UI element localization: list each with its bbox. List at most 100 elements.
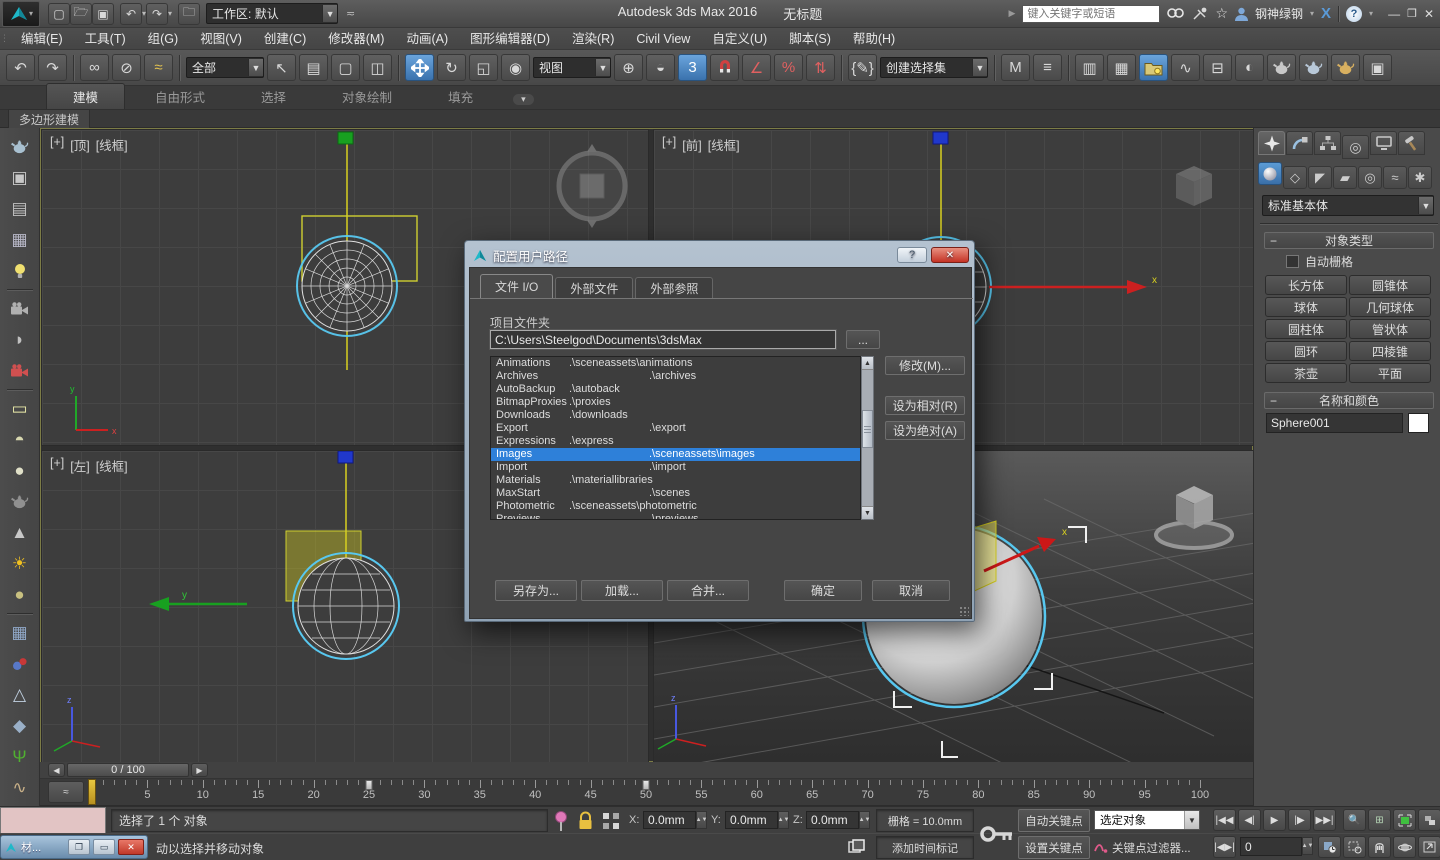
name-color-rollout[interactable]: − 名称和颜色 xyxy=(1264,392,1434,409)
keyframe-marker-25[interactable] xyxy=(366,780,373,790)
close-button[interactable]: ✕ xyxy=(1424,7,1434,21)
make-relative-button[interactable]: 设为相对(R) xyxy=(885,396,965,415)
rect-selection-region-icon[interactable]: ▢ xyxy=(331,54,360,81)
maxscript-mini-listener[interactable] xyxy=(0,807,106,834)
snaps-toggle-icon[interactable] xyxy=(710,54,739,81)
primitive-button-4[interactable]: 圆柱体 xyxy=(1265,319,1347,339)
menu-item-9[interactable]: Civil View xyxy=(625,28,701,50)
rock-icon[interactable]: ◆ xyxy=(4,711,36,740)
current-frame-marker[interactable] xyxy=(88,779,96,805)
primitive-category-combo[interactable]: 标准基本体 ▼ xyxy=(1262,195,1434,216)
select-and-scale-icon[interactable]: ◱ xyxy=(469,54,498,81)
dialog-tab-2[interactable]: 外部参照 xyxy=(635,277,713,298)
material-editor-teapot-icon[interactable] xyxy=(4,132,36,161)
menu-item-0[interactable]: 编辑(E) xyxy=(10,28,74,50)
ribbon-panel-tab[interactable]: 多边形建模 xyxy=(8,109,90,129)
maximize-window-button[interactable]: ▭ xyxy=(93,839,115,855)
redo-dropdown-arrow[interactable]: ▾ xyxy=(168,9,172,18)
toolbar-overflow-icon[interactable]: ≂ xyxy=(346,7,355,20)
ball-icon[interactable]: ● xyxy=(4,580,36,609)
combo-arrow[interactable]: ▼ xyxy=(1184,811,1199,829)
selection-region-cycle-icon[interactable] xyxy=(848,839,865,855)
selection-filter-combo[interactable]: 全部▼ xyxy=(186,57,264,78)
menu-item-4[interactable]: 创建(C) xyxy=(253,28,317,50)
select-and-manipulate-icon[interactable]: ◒ xyxy=(646,54,675,81)
light-lister-icon[interactable] xyxy=(4,256,36,285)
save-as-button[interactable]: 另存为... xyxy=(495,580,577,601)
sun-icon[interactable]: ☀ xyxy=(4,549,36,578)
maximize-button[interactable]: ❐ xyxy=(1407,7,1417,20)
merge-button[interactable]: 合并... xyxy=(667,580,749,601)
menu-item-7[interactable]: 图形编辑器(D) xyxy=(459,28,561,50)
unlink-selection-icon[interactable]: ⊘ xyxy=(112,54,141,81)
sphere-wireframe-top[interactable] xyxy=(297,236,397,336)
path-row-Previews[interactable]: Previews.\previews xyxy=(491,513,860,520)
hierarchy-tab[interactable] xyxy=(1314,131,1341,155)
isolate-selection-icon[interactable] xyxy=(553,810,569,832)
gizmo-z-handle[interactable] xyxy=(338,451,353,463)
path-row-Export[interactable]: Export.\export xyxy=(491,422,860,435)
menu-item-5[interactable]: 修改器(M) xyxy=(317,28,395,50)
x-coord-field[interactable]: 0.0mm xyxy=(643,811,696,829)
select-and-place-icon[interactable]: ◉ xyxy=(501,54,530,81)
mini-curve-editor-button[interactable]: ≈ xyxy=(48,781,84,803)
field-of-view-region-icon[interactable] xyxy=(1343,836,1366,858)
molecule-icon[interactable] xyxy=(4,649,36,678)
named-sets-combo[interactable]: 创建选择集▼ xyxy=(880,57,988,78)
scroll-up-arrow[interactable]: ▲ xyxy=(862,357,873,370)
display-tab[interactable] xyxy=(1370,131,1397,155)
environment-dialog-icon[interactable]: ▦ xyxy=(4,225,36,254)
helpers-subtab[interactable]: ◎ xyxy=(1358,166,1382,189)
dialog-tab-0[interactable]: 文件 I/O xyxy=(480,274,553,298)
geometry-subtab[interactable] xyxy=(1258,162,1282,185)
workspace-combo-arrow[interactable]: ▼ xyxy=(322,5,337,22)
search-icon[interactable] xyxy=(1167,7,1185,21)
redo-quick-icon[interactable]: ↷ xyxy=(146,3,168,25)
primitive-button-2[interactable]: 球体 xyxy=(1265,297,1347,317)
systems-subtab[interactable]: ✱ xyxy=(1408,166,1432,189)
spotlight-icon[interactable]: ◗ xyxy=(4,325,36,354)
paths-list-scrollbar[interactable]: ▲ ▼ xyxy=(861,356,874,520)
angle-snap-icon[interactable]: ∠ xyxy=(742,54,771,81)
key-filters-button[interactable]: 关键点过滤器... xyxy=(1094,837,1206,858)
go-to-end-button[interactable]: ▶▶| xyxy=(1313,809,1336,831)
autogrid-checkbox[interactable] xyxy=(1286,255,1299,268)
bind-to-space-warp-icon[interactable]: ≈ xyxy=(144,54,173,81)
restore-window-button[interactable]: ❐ xyxy=(68,839,90,855)
transform-gizmo-toggle-icon[interactable] xyxy=(602,812,620,830)
spinner-snap-icon[interactable]: ⇅ xyxy=(806,54,835,81)
current-frame-field[interactable]: 0 xyxy=(1240,837,1302,856)
object-type-rollout[interactable]: − 对象类型 xyxy=(1264,232,1434,249)
zoom-extents-selected-icon[interactable] xyxy=(1393,809,1416,831)
previous-frame-button[interactable]: ◀| xyxy=(1238,809,1261,831)
x-coord-spinner[interactable]: ▲▼ xyxy=(696,811,707,829)
help-icon[interactable]: ? xyxy=(1346,6,1362,22)
object-color-swatch[interactable] xyxy=(1408,413,1429,433)
mirror-icon[interactable]: M xyxy=(1001,54,1030,81)
ribbon-collapse-button[interactable]: ▾ xyxy=(513,94,534,105)
workspace-combo[interactable]: 工作区: 默认 ▼ xyxy=(206,3,338,24)
help-menu-arrow[interactable]: ▾ xyxy=(1369,9,1373,18)
select-by-name-icon[interactable]: ▤ xyxy=(299,54,328,81)
new-file-icon[interactable]: ▢ xyxy=(48,3,70,25)
cone-shape-icon[interactable]: ▲ xyxy=(4,518,36,547)
project-folder-icon[interactable]: 🗀 xyxy=(178,3,200,25)
utilities-tab[interactable] xyxy=(1398,131,1425,155)
primitive-button-5[interactable]: 管状体 xyxy=(1349,319,1431,339)
menu-item-1[interactable]: 工具(T) xyxy=(74,28,137,50)
dialog-tab-1[interactable]: 外部文件 xyxy=(555,277,633,298)
undo-icon[interactable]: ↶ xyxy=(6,54,35,81)
path-row-Import[interactable]: Import.\import xyxy=(491,461,860,474)
viewcube[interactable] xyxy=(1156,486,1232,548)
key-mode-toggle-button[interactable]: |◀▶| xyxy=(1213,836,1236,858)
maximize-viewport-toggle-icon[interactable] xyxy=(1418,836,1440,858)
make-absolute-button[interactable]: 设为绝对(A) xyxy=(885,421,965,440)
path-row-Images[interactable]: Images.\sceneassets\images xyxy=(491,448,860,461)
modify-tab[interactable] xyxy=(1286,131,1313,155)
combo-arrow[interactable]: ▼ xyxy=(595,59,610,76)
ribbon-tab-3[interactable]: 对象绘制 xyxy=(316,84,418,109)
search-input[interactable] xyxy=(1022,5,1160,23)
pyramid-helper-icon[interactable]: △ xyxy=(4,680,36,709)
ribbon-tab-2[interactable]: 选择 xyxy=(235,84,312,109)
ribbon-toggle-icon[interactable]: ▦ xyxy=(1107,54,1136,81)
